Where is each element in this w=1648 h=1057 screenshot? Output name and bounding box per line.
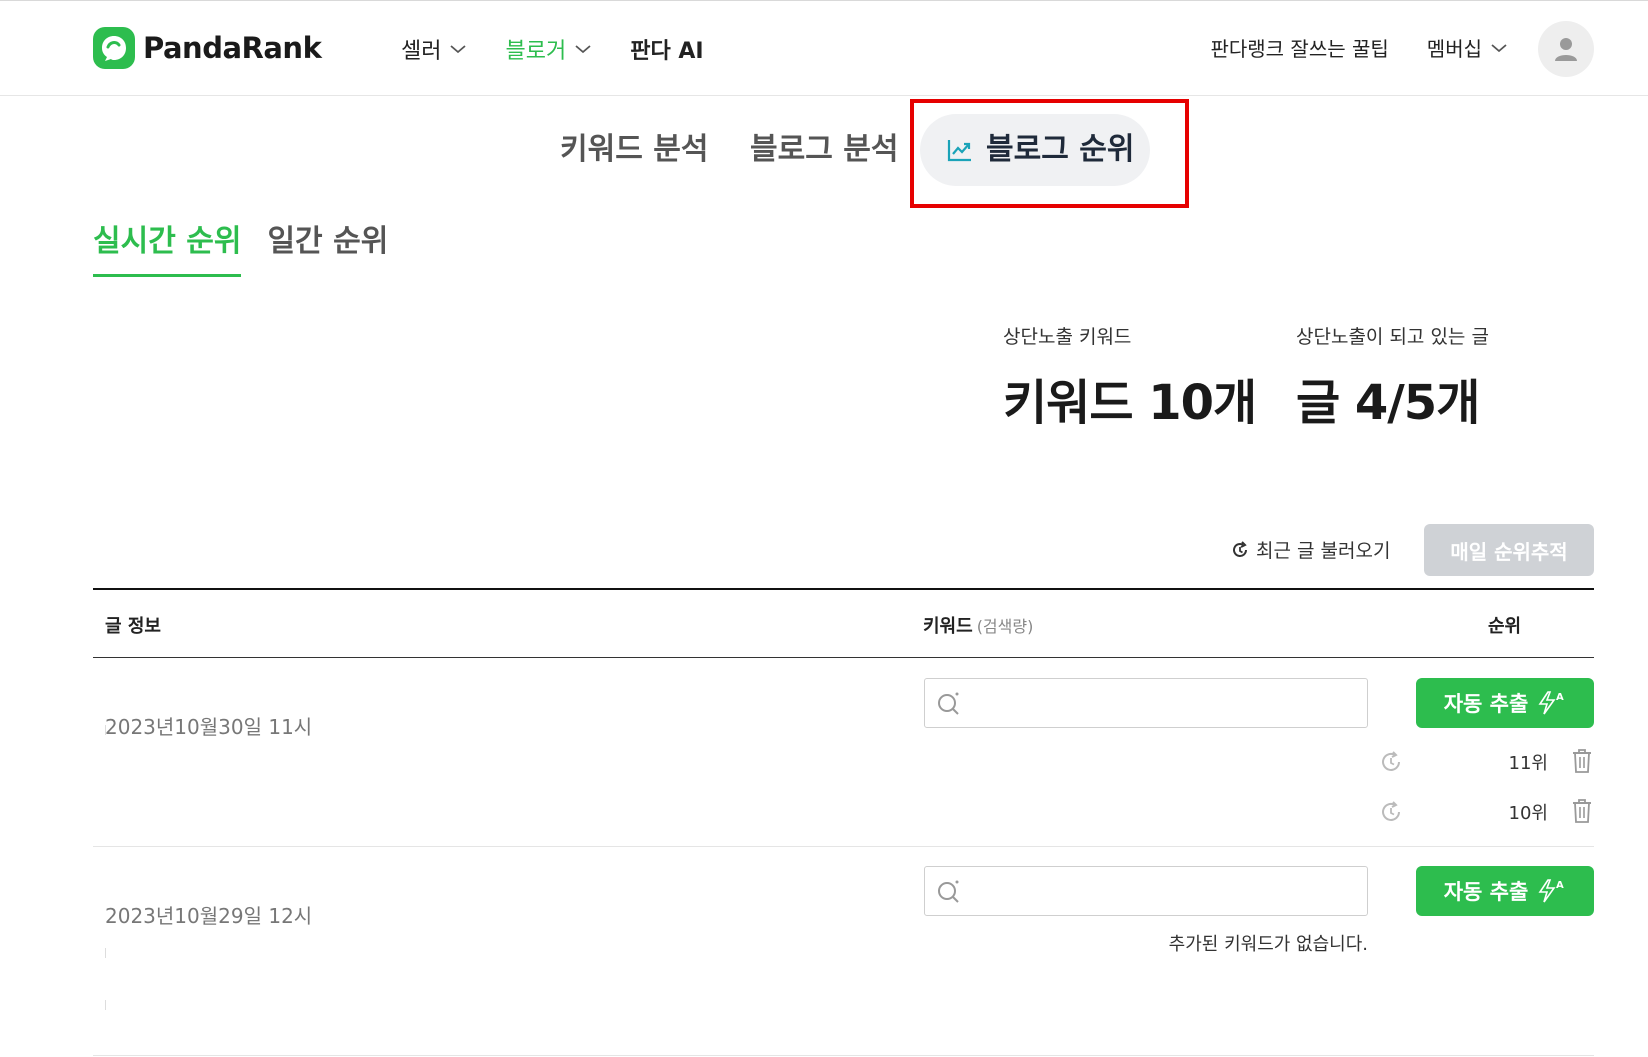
- user-icon: [1555, 38, 1577, 61]
- keyword-input[interactable]: [969, 687, 1359, 719]
- lightning-icon: A: [1536, 690, 1566, 716]
- column-header-keyword: 키워드 (검색량): [923, 612, 1033, 638]
- auto-extract-label: 자동 추출: [1443, 692, 1529, 716]
- column-header-keyword-label: 키워드: [923, 616, 973, 637]
- rank-value: 11위: [1508, 753, 1548, 774]
- stat-label: 상단노출 키워드: [1003, 326, 1132, 348]
- chevron-down-icon: [1491, 43, 1507, 52]
- keyword-input[interactable]: [969, 875, 1359, 907]
- top-keywords-stat: 상단노출 키워드 키워드 10개: [1003, 322, 1257, 433]
- trash-icon[interactable]: [1570, 797, 1594, 825]
- tab-daily-rank[interactable]: 일간 순위: [267, 216, 388, 277]
- load-recent-posts-button[interactable]: 최근 글 불러오기: [1230, 536, 1390, 563]
- svg-text:A: A: [1556, 880, 1564, 891]
- column-header-keyword-sub: (검색량): [976, 617, 1034, 636]
- tab-blog-analysis[interactable]: 블로그 분석: [750, 114, 898, 186]
- auto-extract-button[interactable]: 자동 추출 A: [1416, 678, 1594, 728]
- svg-text:A: A: [1556, 692, 1564, 703]
- post-date: 2023년10월29일 12시: [105, 904, 313, 928]
- tab-keyword-analysis[interactable]: 키워드 분석: [560, 114, 708, 186]
- nav-right: 판다랭크 잘쓰는 꿀팁 멤버십: [1210, 33, 1508, 62]
- history-icon[interactable]: [1378, 749, 1404, 775]
- column-header-rank: 순위: [1488, 616, 1522, 637]
- nav-item-blogger[interactable]: 블로거: [505, 33, 592, 65]
- rank-value: 10위: [1508, 803, 1548, 824]
- nav-item-label: 블로거: [505, 39, 567, 64]
- membership-label: 멤버십: [1426, 37, 1482, 61]
- column-header-post-info: 글 정보: [105, 616, 161, 637]
- refresh-icon: [1230, 540, 1250, 560]
- search-icon: [938, 692, 959, 715]
- rank-entry: 10위: [1378, 795, 1594, 827]
- avatar[interactable]: [1538, 21, 1594, 77]
- top-navigation-bar: PandaRank 셀러 블로거 판다 AI 판다랭크 잘쓰는 꿀팁 멤버십: [0, 0, 1648, 96]
- auto-extract-button[interactable]: 자동 추출 A: [1416, 866, 1594, 916]
- history-icon[interactable]: [1378, 799, 1404, 825]
- stat-label: 상단노출이 되고 있는 글: [1296, 326, 1489, 348]
- nav-item-label: 셀러: [401, 39, 442, 64]
- tab-realtime-rank[interactable]: 실시간 순위: [93, 216, 242, 277]
- highlight-box: [910, 99, 1189, 208]
- keyword-search-field[interactable]: [924, 866, 1368, 916]
- lightning-icon: A: [1536, 878, 1566, 904]
- divider: [105, 948, 106, 958]
- auto-extract-label: 자동 추출: [1443, 880, 1529, 904]
- table-header: 글 정보 키워드 (검색량) 순위: [93, 588, 1594, 658]
- nav-item-seller[interactable]: 셀러: [401, 33, 467, 65]
- analysis-tabs: 키워드 분석 블로그 분석 블로그 순위: [0, 114, 1648, 186]
- rank-type-tabs: 실시간 순위 일간 순위: [93, 216, 414, 277]
- trash-icon[interactable]: [1570, 747, 1594, 775]
- stat-value: 글 4/5개: [1296, 375, 1480, 431]
- load-recent-label: 최근 글 불러오기: [1256, 540, 1391, 562]
- nav-item-label: 판다 AI: [630, 39, 704, 64]
- keyword-search-field[interactable]: [924, 678, 1368, 728]
- empty-keywords-message: 추가된 키워드가 없습니다.: [1168, 934, 1368, 955]
- main-nav: 셀러 블로거 판다 AI: [401, 33, 742, 65]
- divider: [105, 725, 106, 735]
- table-row: 2023년10월30일 11시 자동 추출 A 11위 10위: [93, 659, 1594, 847]
- chevron-down-icon: [450, 45, 467, 54]
- table-row: 2023년10월29일 12시 자동 추출 A 추가된 키워드가 없습니다.: [93, 848, 1594, 1056]
- membership-menu[interactable]: 멤버십: [1427, 33, 1508, 62]
- daily-rank-tracking-button[interactable]: 매일 순위추적: [1424, 524, 1594, 576]
- tips-link[interactable]: 판다랭크 잘쓰는 꿀팁: [1210, 33, 1388, 62]
- brand-name: PandaRank: [143, 31, 322, 65]
- chevron-down-icon: [575, 45, 591, 54]
- brand-logo[interactable]: PandaRank: [93, 27, 322, 69]
- search-icon: [938, 880, 959, 903]
- stat-value: 키워드 10개: [1003, 375, 1257, 431]
- nav-item-panda-ai[interactable]: 판다 AI: [630, 33, 703, 65]
- post-date: 2023년10월30일 11시: [105, 715, 313, 739]
- panda-logo-icon: [93, 27, 135, 69]
- top-posts-stat: 상단노출이 되고 있는 글 글 4/5개: [1296, 322, 1489, 433]
- divider: [105, 1000, 106, 1010]
- rank-entry: 11위: [1378, 745, 1594, 777]
